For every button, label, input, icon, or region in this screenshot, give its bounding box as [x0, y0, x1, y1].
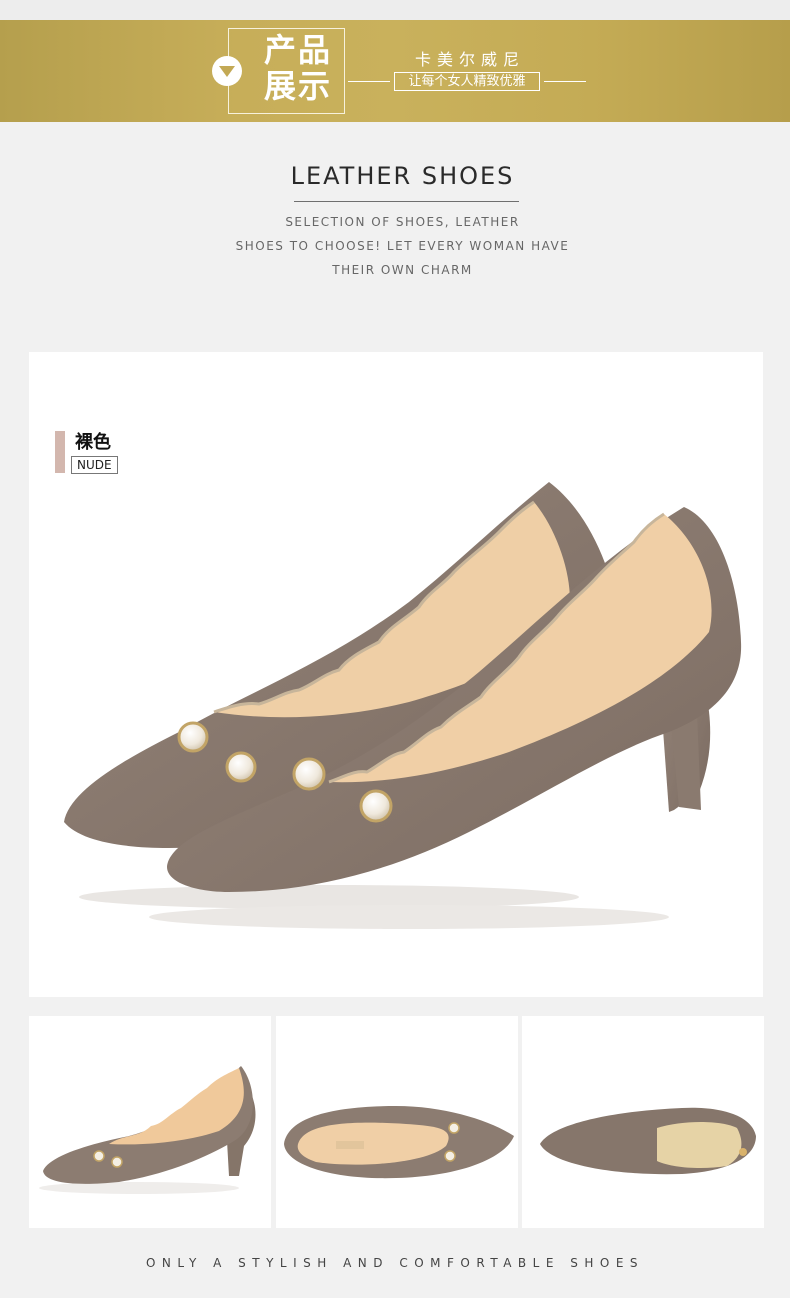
subtext-line: SELECTION OF SHOES, LEATHER	[285, 215, 520, 229]
banner-title-line2: 展示	[264, 67, 333, 105]
brand-name: 卡美尔威尼	[414, 50, 525, 69]
color-accent-bar	[55, 431, 65, 473]
footer-tagline: ONLY A STYLISH AND COMFORTABLE SHOES	[145, 1256, 645, 1270]
shoe-top-illustration	[284, 1106, 514, 1179]
section-heading: LEATHER SHOES	[290, 162, 515, 190]
down-triangle-icon	[212, 56, 242, 86]
divider-line	[348, 81, 390, 82]
section-subtext: SELECTION OF SHOES, LEATHER SHOES TO CHO…	[200, 210, 605, 282]
subtext-line: SHOES TO CHOOSE! LET EVERY WOMAN HAVE	[235, 239, 570, 253]
thumbnail-top-view	[276, 1016, 518, 1228]
shoe-pair-illustration	[64, 482, 742, 929]
color-name-cn: 裸色	[75, 432, 111, 453]
shoe-sole-illustration	[540, 1107, 756, 1175]
banner-title-line1: 产品	[264, 31, 333, 69]
banner-title: 产品 展示	[264, 32, 342, 104]
slogan: 让每个女人精致优雅	[394, 72, 540, 91]
shoe-side-illustration	[39, 1066, 256, 1194]
color-name-en: NUDE	[71, 456, 118, 474]
thumbnail-side-view	[29, 1016, 271, 1228]
thumbnail-sole-view	[522, 1016, 764, 1228]
subtext-line: THEIR OWN CHARM	[332, 263, 473, 277]
main-product-image: 裸色 NUDE	[29, 352, 763, 997]
top-strip	[0, 0, 790, 20]
banner: 产品 展示 卡美尔威尼 让每个女人精致优雅	[0, 20, 790, 122]
divider-line	[544, 81, 586, 82]
heading-underline	[294, 201, 519, 202]
